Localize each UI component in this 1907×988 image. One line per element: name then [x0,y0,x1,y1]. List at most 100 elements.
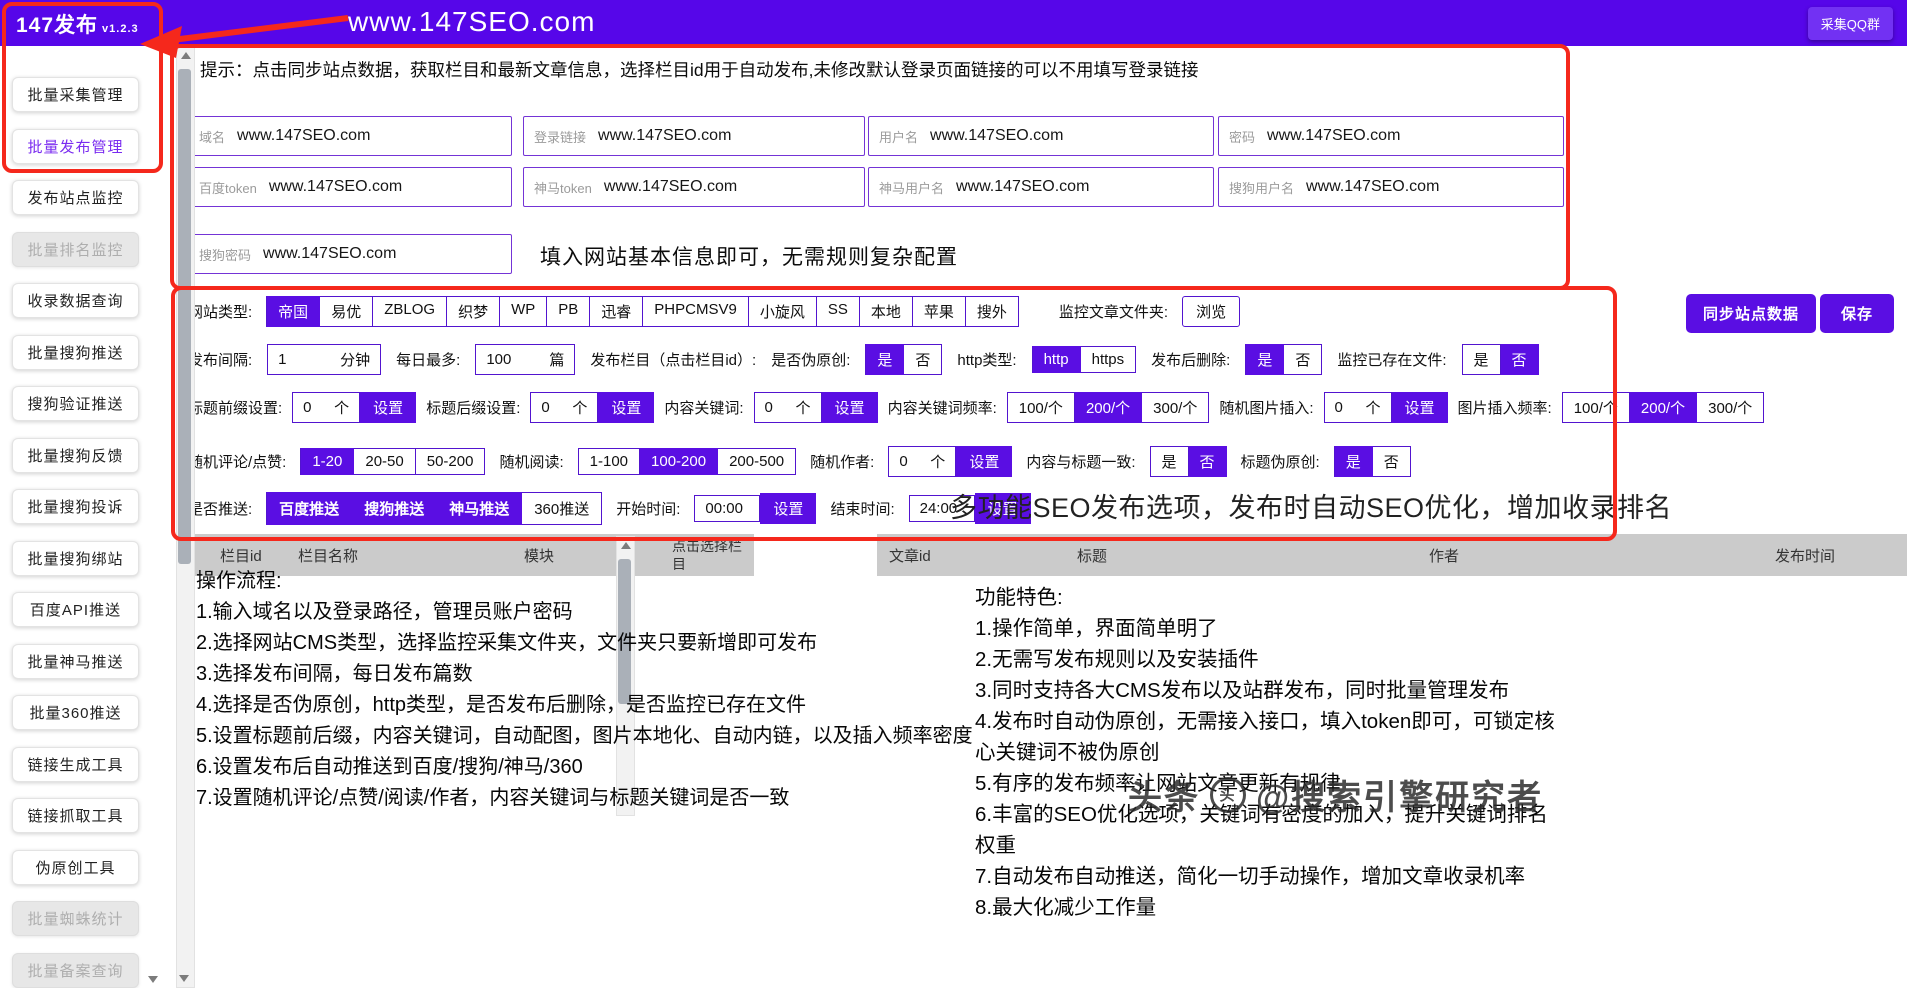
sogou-password-field[interactable]: 搜狗密码 www.147SEO.com [188,234,512,274]
login-link-field[interactable]: 登录链接 www.147SEO.com [523,116,865,156]
qq-group-button[interactable]: 采集QQ群 [1808,7,1893,40]
title-suffix-input[interactable]: 0 个 [530,392,598,423]
shenma-username-field[interactable]: 神马用户名 www.147SEO.com [868,167,1214,207]
keyword-freq-200[interactable]: 200/个 [1075,392,1142,423]
https-option[interactable]: https [1081,346,1137,373]
title-suffix-set-button[interactable]: 设置 [598,392,654,423]
content-keywords-set-button[interactable]: 设置 [822,392,878,423]
image-freq-200[interactable]: 200/个 [1630,392,1697,423]
site-type-souwai[interactable]: 搜外 [966,296,1019,327]
comments-50-200[interactable]: 50-200 [416,448,486,475]
col-header-publish-time: 发布时间 [1775,545,1835,566]
baidu-token-field[interactable]: 百度token www.147SEO.com [188,167,512,207]
site-type-xiaoxuanfeng[interactable]: 小旋风 [749,296,817,327]
site-type-apple[interactable]: 苹果 [913,296,966,327]
col-header-module: 模块 [524,545,554,566]
title-pseudo-yes[interactable]: 是 [1334,446,1373,477]
delete-after-yes[interactable]: 是 [1245,344,1284,375]
push-baidu[interactable]: 百度推送 [266,492,352,525]
main-scrollbar[interactable] [176,46,195,988]
content-title-match-yes[interactable]: 是 [1150,446,1189,477]
keyword-freq-100[interactable]: 100/个 [1007,392,1075,423]
title-prefix-input[interactable]: 0 个 [292,392,360,423]
random-image-input[interactable]: 0 个 [1324,392,1392,423]
reads-200-500[interactable]: 200-500 [718,448,796,475]
sidebar-item-pseudo-original-tool[interactable]: 伪原创工具 [12,850,139,885]
sync-site-data-button[interactable]: 同步站点数据 [1686,294,1816,333]
publish-interval-input[interactable]: 1 分钟 [267,344,381,375]
push-shenma[interactable]: 神马推送 [437,492,522,525]
field-value: www.147SEO.com [604,178,737,196]
site-type-wp[interactable]: WP [500,296,547,327]
site-type-zblog[interactable]: ZBLOG [373,296,447,327]
sidebar-item-batch-collect[interactable]: 批量采集管理 [12,77,139,112]
random-image-set-button[interactable]: 设置 [1392,392,1448,423]
site-type-zhimeng[interactable]: 织梦 [447,296,500,327]
site-type-diguo[interactable]: 帝国 [266,296,320,327]
delete-after-no[interactable]: 否 [1284,344,1322,375]
content-title-match-no[interactable]: 否 [1189,446,1227,477]
sidebar-item-site-monitor[interactable]: 发布站点监控 [12,180,139,215]
sidebar-item-sogou-feedback[interactable]: 批量搜狗反馈 [12,438,139,473]
site-type-yiyou[interactable]: 易优 [320,296,373,327]
field-label: 密码 [1229,127,1255,146]
keyword-freq-300[interactable]: 300/个 [1142,392,1209,423]
shenma-token-field[interactable]: 神马token www.147SEO.com [523,167,865,207]
title-suffix-label: 标题后缀设置: [426,397,520,418]
http-option[interactable]: http [1032,346,1081,373]
feature-item: 4.发布时自动伪原创，无需接入接口，填入token即可，可锁定核心关键词不被伪原… [975,706,1567,768]
domain-field[interactable]: 域名 www.147SEO.com [188,116,512,156]
monitor-existing-yes[interactable]: 是 [1462,344,1501,375]
sidebar-item-index-query[interactable]: 收录数据查询 [12,283,139,318]
scroll-down-icon[interactable] [179,975,189,982]
sidebar-item-shenma-push[interactable]: 批量神马推送 [12,644,139,679]
start-time-input[interactable]: 00:00 [694,495,760,522]
panel-scroll-up-icon[interactable] [621,542,631,549]
push-sogou[interactable]: 搜狗推送 [352,492,437,525]
push-360[interactable]: 360推送 [522,492,602,525]
content-keywords-input[interactable]: 0 个 [754,392,822,423]
main-scrollbar-thumb[interactable] [178,69,191,564]
site-type-ss[interactable]: SS [817,296,860,327]
publish-options-row: 发布间隔: 1 分钟 每日最多: 100 篇 发布栏目（点击栏目id）: 是否伪… [188,344,1539,375]
reads-100-200[interactable]: 100-200 [640,448,718,475]
sidebar-item-batch-publish[interactable]: 批量发布管理 [12,129,139,164]
username-field[interactable]: 用户名 www.147SEO.com [868,116,1214,156]
sidebar-item-sogou-verify-push[interactable]: 搜狗验证推送 [12,386,139,421]
content-keywords-label: 内容关键词: [664,397,743,418]
sidebar-item-link-generate[interactable]: 链接生成工具 [12,747,139,782]
daily-max-input[interactable]: 100 篇 [475,344,575,375]
site-type-options: 帝国 易优 ZBLOG 织梦 WP PB 迅睿 PHPCMSV9 小旋风 SS … [266,296,1019,327]
random-author-input[interactable]: 0 个 [888,446,956,477]
title-pseudo-no[interactable]: 否 [1373,446,1411,477]
image-freq-300[interactable]: 300/个 [1697,392,1764,423]
monitor-existing-no[interactable]: 否 [1501,344,1539,375]
sidebar-item-sogou-bind[interactable]: 批量搜狗绑站 [12,541,139,576]
pseudo-original-no[interactable]: 否 [904,344,942,375]
comments-20-50[interactable]: 20-50 [354,448,415,475]
sidebar-item-360-push[interactable]: 批量360推送 [12,695,139,730]
password-field[interactable]: 密码 www.147SEO.com [1218,116,1564,156]
site-type-phpcmsv9[interactable]: PHPCMSV9 [643,296,749,327]
scroll-up-icon[interactable] [181,52,191,59]
site-type-local[interactable]: 本地 [860,296,913,327]
start-time-set-button[interactable]: 设置 [760,493,816,524]
sogou-username-field[interactable]: 搜狗用户名 www.147SEO.com [1218,167,1564,207]
random-comments-label: 随机评论/点赞: [188,451,286,472]
flow-step: 6.设置发布后自动推送到百度/搜狗/神马/360 [196,752,976,783]
sidebar-item-link-grab[interactable]: 链接抓取工具 [12,798,139,833]
sidebar-scroll-down-icon[interactable] [148,976,158,983]
site-type-pb[interactable]: PB [547,296,590,327]
title-prefix-set-button[interactable]: 设置 [360,392,416,423]
reads-1-100[interactable]: 1-100 [578,448,640,475]
sidebar-item-sogou-complaint[interactable]: 批量搜狗投诉 [12,489,139,524]
browse-button[interactable]: 浏览 [1182,296,1240,327]
save-button[interactable]: 保存 [1820,294,1894,333]
image-freq-100[interactable]: 100/个 [1562,392,1630,423]
sidebar-item-baidu-api-push[interactable]: 百度API推送 [12,592,139,627]
site-type-xunrui[interactable]: 迅睿 [590,296,643,327]
random-author-set-button[interactable]: 设置 [956,446,1012,477]
sidebar-item-sogou-push[interactable]: 批量搜狗推送 [12,335,139,370]
comments-1-20[interactable]: 1-20 [300,448,354,475]
pseudo-original-yes[interactable]: 是 [865,344,904,375]
